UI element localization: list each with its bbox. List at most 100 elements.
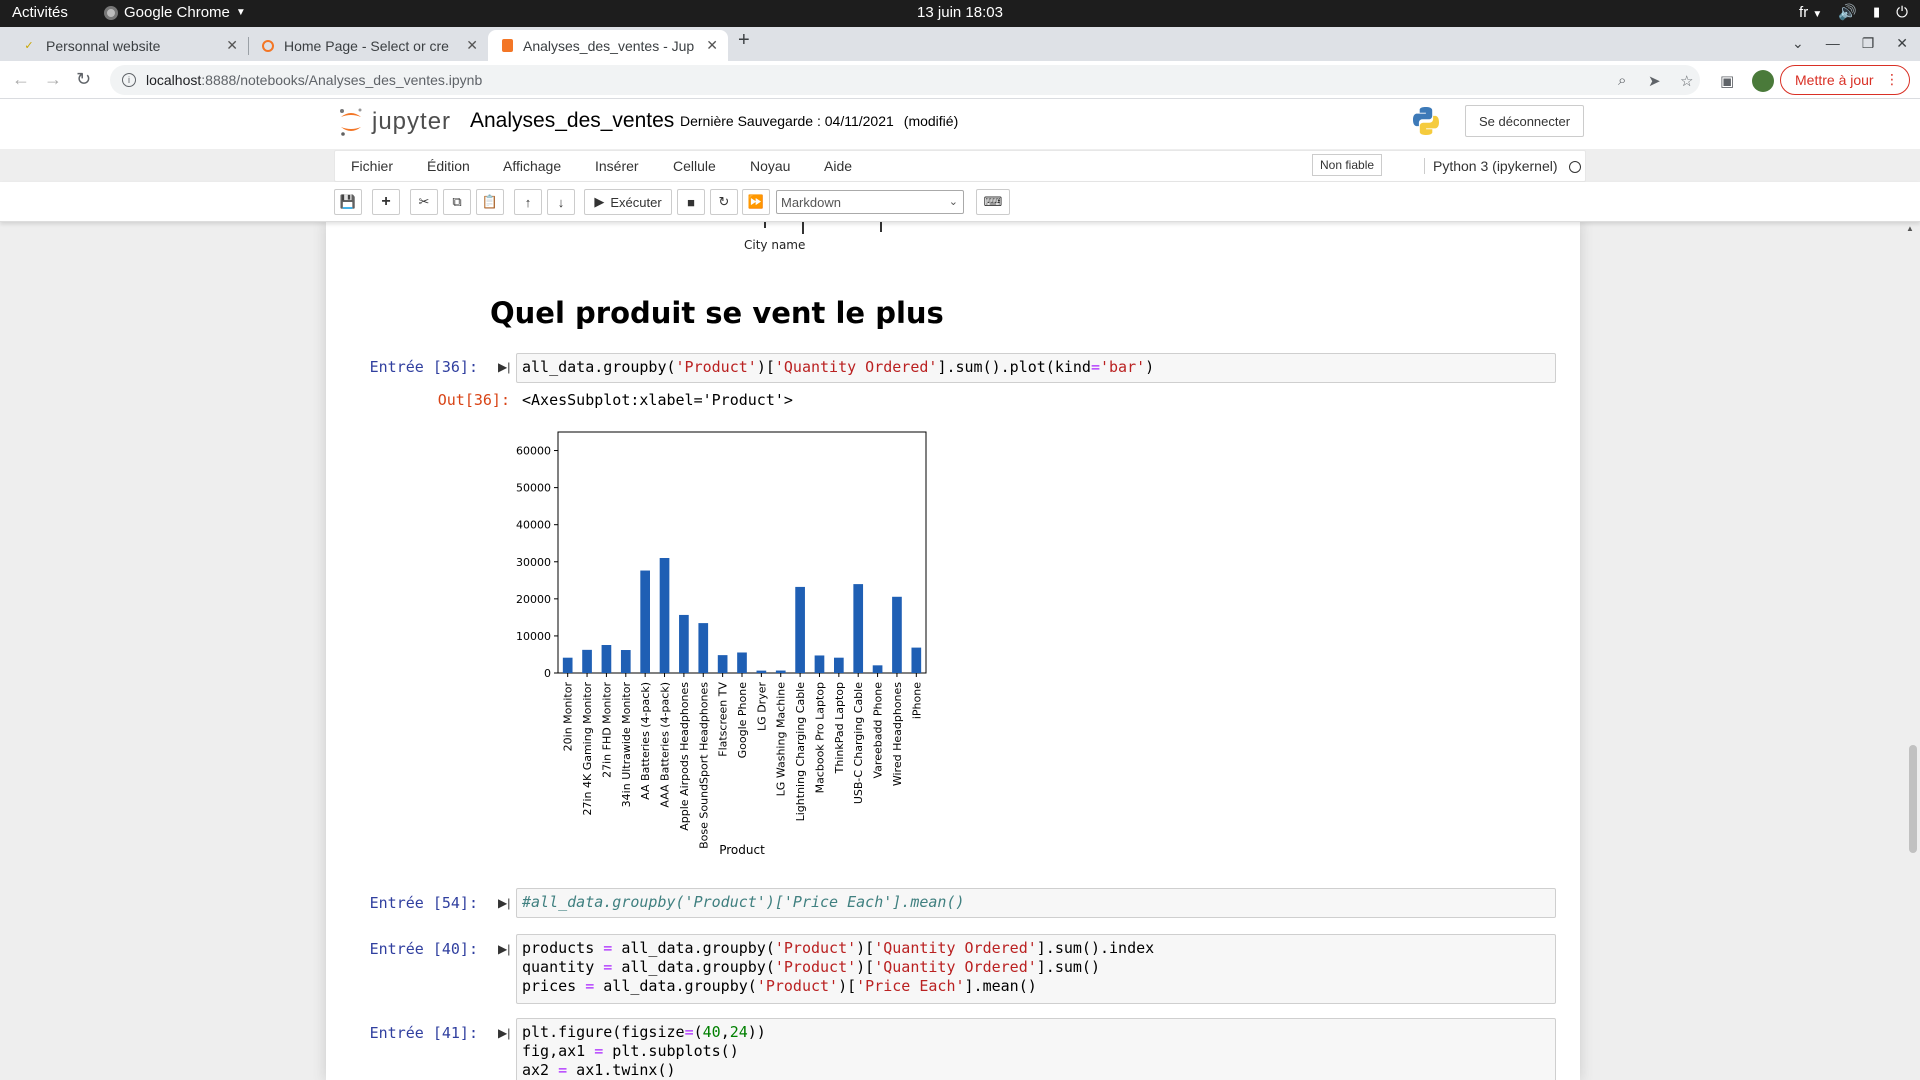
menu-affichage[interactable]: Affichage (503, 158, 561, 174)
interrupt-button[interactable]: ■ (677, 189, 705, 215)
plus-icon: + (381, 193, 391, 210)
chevron-down-icon: ▼ (235, 7, 246, 18)
checkpoint-status: Dernière Sauvegarde : 04/11/2021 (modifié… (680, 113, 958, 129)
menu-cellule[interactable]: Cellule (673, 158, 716, 174)
logout-button[interactable]: Se déconnecter (1465, 105, 1585, 137)
x-tick-label: 27in 4K Gaming Monitor (581, 682, 594, 816)
restart-button[interactable]: ↻ (710, 189, 738, 215)
trust-indicator[interactable]: Non fiable (1312, 154, 1383, 176)
zoom-icon[interactable]: ⌕ (1618, 72, 1626, 89)
profile-avatar[interactable] (1752, 70, 1774, 92)
code-cell-input[interactable]: products = all_data.groupby('Product')['… (516, 934, 1556, 1004)
chevron-down-icon: ⌄ (948, 196, 958, 208)
move-up-button[interactable]: ↑ (514, 189, 542, 215)
language-indicator[interactable]: fr ▼ (1799, 4, 1822, 21)
code-cell-input[interactable]: plt.figure(figsize=(40,24)) fig,ax1 = pl… (516, 1018, 1556, 1080)
check-icon: ✓ (24, 40, 34, 52)
tab-title: Personnal website (46, 37, 161, 54)
bookmark-star-icon[interactable]: ☆ (1680, 72, 1693, 90)
site-info-icon[interactable]: i (122, 73, 136, 87)
move-down-button[interactable]: ↓ (547, 189, 575, 215)
y-tick-label: 40000 (516, 519, 551, 532)
kernel-name[interactable]: Python 3 (ipykernel) (1424, 158, 1558, 174)
jupyter-logo[interactable]: jupyter (338, 107, 451, 137)
address-bar[interactable]: i localhost:8888/notebooks/Analyses_des_… (110, 65, 1700, 95)
url-path: :8888/notebooks/Analyses_des_ventes.ipyn… (201, 72, 483, 88)
x-axis-label: Product (719, 843, 765, 857)
send-icon[interactable]: ➤ (1648, 72, 1661, 90)
volume-icon[interactable]: 🔊 (1838, 3, 1857, 21)
fast-forward-icon: ⏩ (747, 194, 765, 209)
run-cell-icon[interactable]: ▶| (498, 896, 510, 910)
tab-search-icon[interactable]: ⌄ (1792, 35, 1804, 52)
page-scrollbar-thumb[interactable] (1909, 745, 1917, 853)
tab-title: Home Page - Select or cre (284, 37, 449, 54)
scissors-icon: ✂ (418, 194, 430, 209)
output-text: <AxesSubplot:xlabel='Product'> (522, 391, 793, 409)
paste-button[interactable]: 📋 (476, 189, 504, 215)
insert-cell-button[interactable]: + (372, 189, 400, 215)
back-icon[interactable]: ← (12, 69, 30, 90)
cut-button[interactable]: ✂ (410, 189, 438, 215)
save-button[interactable]: 💾 (334, 189, 362, 215)
tab-personnal-website[interactable]: ✓ Personnal website ✕ (8, 30, 248, 61)
play-icon: ▶ (594, 194, 605, 209)
run-cell-icon[interactable]: ▶| (498, 360, 510, 374)
system-top-bar: Activités Google Chrome ▼ 13 juin 18:03 … (0, 0, 1920, 27)
maximize-icon[interactable]: ❐ (1862, 35, 1875, 52)
close-icon[interactable]: ✕ (706, 37, 718, 54)
clock[interactable]: 13 juin 18:03 (917, 4, 1003, 21)
menu-noyau[interactable]: Noyau (750, 158, 790, 174)
copy-button[interactable]: ⧉ (443, 189, 471, 215)
run-label: Exécuter (610, 194, 662, 210)
tab-strip: ✓ Personnal website ✕ Home Page - Select… (0, 27, 1920, 61)
x-tick-label: Macbook Pro Laptop (813, 682, 826, 793)
close-window-icon[interactable]: ✕ (1896, 35, 1908, 52)
app-menu[interactable]: Google Chrome ▼ (104, 4, 246, 21)
close-icon[interactable]: ✕ (466, 37, 478, 54)
bar (620, 650, 631, 673)
cell-prompt: Entrée [54]: (369, 894, 478, 912)
battery-icon[interactable]: ▮ (1873, 4, 1880, 20)
close-icon[interactable]: ✕ (226, 37, 238, 54)
y-tick-label: 50000 (516, 482, 551, 495)
reload-icon[interactable]: ↻ (76, 69, 91, 90)
menu-fichier[interactable]: Fichier (351, 158, 393, 174)
run-cell-icon[interactable]: ▶| (498, 942, 510, 956)
x-tick-label: 27in FHD Monitor (600, 682, 613, 778)
tab-home-page[interactable]: Home Page - Select or cre ✕ (248, 30, 488, 61)
run-button[interactable]: ▶ Exécuter (584, 189, 672, 215)
jupyter-wordmark: jupyter (372, 108, 452, 135)
update-label: Mettre à jour (1795, 72, 1874, 88)
cell-type-select[interactable]: Markdown ⌄ (776, 190, 964, 214)
new-tab-button[interactable]: + (738, 29, 750, 52)
scroll-up-icon[interactable]: ▲ (1906, 224, 1914, 233)
menu-inserer[interactable]: Insérer (595, 158, 639, 174)
forward-icon[interactable]: → (44, 69, 62, 90)
notebook-name[interactable]: Analyses_des_ventes (470, 109, 674, 133)
jupyter-header: jupyter Analyses_des_ventes Dernière Sau… (0, 99, 1920, 149)
stop-icon: ■ (687, 194, 695, 210)
cell-prompt: Entrée [41]: (369, 1024, 478, 1042)
notebook-favicon-icon (502, 39, 513, 52)
menu-edition[interactable]: Édition (427, 158, 470, 174)
minimize-icon[interactable]: — (1826, 35, 1840, 52)
restart-run-all-button[interactable]: ⏩ (742, 189, 770, 215)
activities-button[interactable]: Activités (12, 4, 68, 21)
prev-tick-fragment (802, 222, 804, 234)
code-cell-input[interactable]: all_data.groupby('Product')['Quantity Or… (516, 353, 1556, 383)
x-tick-label: LG Washing Machine (775, 682, 788, 797)
markdown-heading[interactable]: Quel produit se vent le plus (490, 296, 944, 330)
menu-aide[interactable]: Aide (824, 158, 852, 174)
x-tick-label: Wired Headphones (891, 682, 904, 786)
side-panel-icon[interactable]: ▣ (1720, 72, 1734, 90)
bar (659, 557, 670, 673)
update-button[interactable]: Mettre à jour ⋮ (1780, 65, 1910, 95)
tab-analyses-des-ventes[interactable]: Analyses_des_ventes - Jup ✕ (488, 30, 728, 61)
code-cell-input[interactable]: #all_data.groupby('Product')['Price Each… (516, 888, 1556, 918)
run-cell-icon[interactable]: ▶| (498, 1026, 510, 1040)
power-icon[interactable]: ⏻ (1896, 4, 1908, 21)
command-palette-button[interactable]: ⌨ (976, 189, 1010, 215)
bar (775, 670, 786, 673)
app-menu-label: Google Chrome (124, 4, 230, 21)
